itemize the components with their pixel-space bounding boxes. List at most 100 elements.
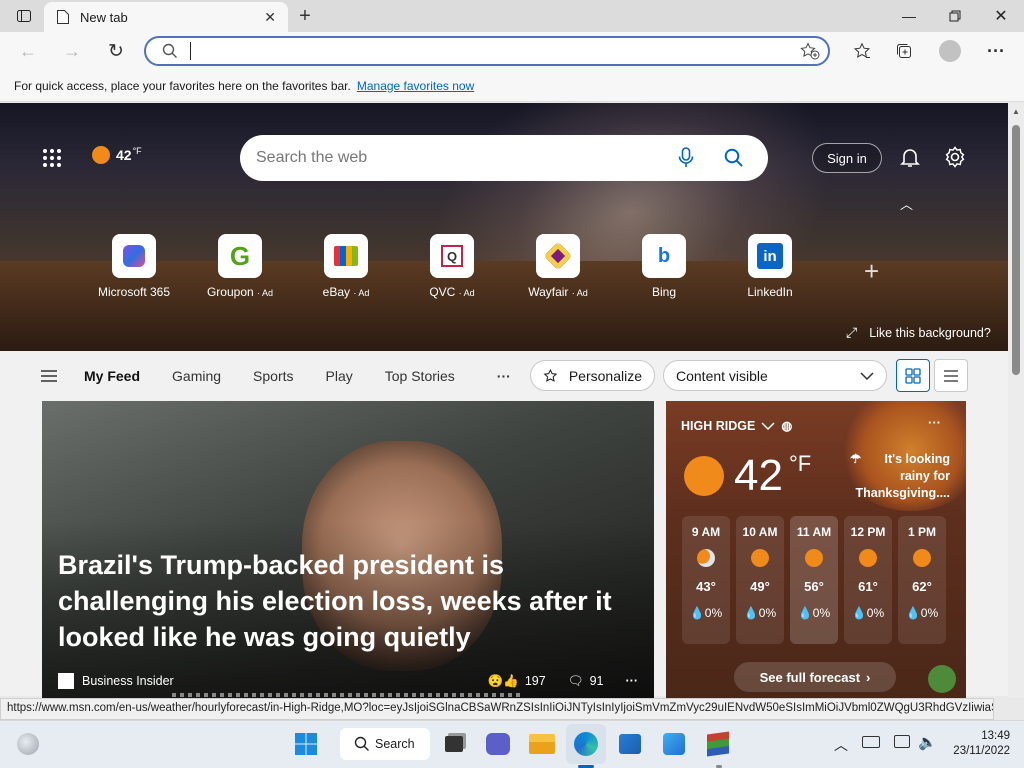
article-headline[interactable]: Brazil's Trump-backed president is chall… bbox=[58, 547, 628, 655]
quick-link-groupon[interactable]: G Groupon · Ad bbox=[200, 234, 280, 299]
close-tab-icon[interactable]: ✕ bbox=[264, 9, 276, 26]
hour-card[interactable]: 12 PM 61° 💧0% bbox=[844, 516, 892, 644]
edge-icon[interactable] bbox=[566, 724, 606, 764]
hour-card[interactable]: 10 AM 49° 💧0% bbox=[736, 516, 784, 644]
quick-link-microsoft-365[interactable]: Microsoft 365 bbox=[94, 234, 174, 299]
hour-card[interactable]: 9 AM 43° 💧0% bbox=[682, 516, 730, 644]
tab-actions-icon[interactable] bbox=[8, 0, 40, 32]
network-icon[interactable] bbox=[894, 735, 910, 748]
settings-more-button[interactable]: ··· bbox=[982, 38, 1010, 64]
chat-icon[interactable] bbox=[478, 724, 518, 764]
weather-more-button[interactable]: ··· bbox=[928, 415, 941, 430]
task-view-icon[interactable] bbox=[434, 724, 474, 764]
widgets-icon[interactable] bbox=[8, 724, 48, 764]
show-hidden-icons-chevron[interactable]: ︿ bbox=[834, 735, 848, 755]
personalize-button[interactable]: Personalize bbox=[530, 360, 655, 391]
quick-link-label: Microsoft 365 bbox=[97, 285, 171, 299]
winrar-icon[interactable] bbox=[698, 724, 738, 764]
weather-mini[interactable]: 42 °F bbox=[92, 146, 142, 164]
quick-link-linkedin[interactable]: in LinkedIn bbox=[730, 234, 810, 299]
weather-alert[interactable]: ☂ It's looking rainy for Thanksgiving...… bbox=[850, 451, 950, 502]
manage-favorites-link[interactable]: Manage favorites now bbox=[357, 79, 474, 93]
address-input[interactable] bbox=[190, 42, 800, 60]
photos-icon[interactable] bbox=[654, 724, 694, 764]
weather-card[interactable]: HIGH RIDGE ◍ ··· 42 °F ☂ It's looking ra… bbox=[666, 401, 966, 701]
start-button[interactable] bbox=[286, 724, 326, 764]
collections-button[interactable] bbox=[890, 38, 918, 64]
taskbar: Search ︿ 🔈 13:49 23/11/2022 bbox=[0, 720, 1024, 768]
hour-card[interactable]: 11 AM 56° 💧0% bbox=[790, 516, 838, 644]
ntp-temp-unit: °F bbox=[132, 146, 142, 156]
quick-link-wayfair[interactable]: Wayfair · Ad bbox=[518, 234, 598, 299]
top-story-card[interactable]: Brazil's Trump-backed president is chall… bbox=[42, 401, 654, 701]
forward-button[interactable]: → bbox=[58, 38, 86, 64]
favorites-button[interactable] bbox=[848, 38, 876, 64]
notifications-icon[interactable] bbox=[898, 145, 922, 169]
tab-sports[interactable]: Sports bbox=[253, 368, 293, 384]
add-favorite-icon[interactable] bbox=[800, 42, 820, 60]
carousel-dots[interactable] bbox=[172, 693, 522, 697]
apps-launcher-icon[interactable] bbox=[38, 144, 66, 172]
quick-link-label: Groupon bbox=[206, 285, 254, 299]
article-more-button[interactable]: ··· bbox=[626, 674, 639, 688]
list-layout-button[interactable] bbox=[934, 359, 968, 392]
search-submit-icon[interactable] bbox=[724, 148, 744, 168]
web-search-placeholder[interactable]: Search the web bbox=[256, 149, 678, 167]
keyboard-icon[interactable] bbox=[862, 736, 880, 748]
tab-new-tab[interactable]: New tab ✕ bbox=[44, 2, 288, 32]
ad-label: · Ad bbox=[571, 288, 588, 298]
add-quick-link-button[interactable]: + bbox=[864, 256, 879, 287]
hour-card[interactable]: 1 PM 62° 💧0% bbox=[898, 516, 946, 644]
droplet-icon: 💧 bbox=[743, 606, 759, 620]
sign-in-button[interactable]: Sign in bbox=[812, 143, 882, 173]
menu-icon[interactable] bbox=[40, 369, 58, 383]
tab-gaming[interactable]: Gaming bbox=[172, 368, 221, 384]
volume-icon[interactable]: 🔈 bbox=[918, 733, 937, 751]
reactions-icon[interactable]: 😧👍 bbox=[488, 674, 519, 689]
favorites-icon bbox=[853, 42, 871, 58]
page-settings-icon[interactable] bbox=[943, 145, 967, 169]
web-search-box[interactable]: Search the web bbox=[240, 135, 768, 181]
clock[interactable]: 13:49 23/11/2022 bbox=[948, 729, 1010, 759]
microphone-icon[interactable] bbox=[678, 147, 694, 169]
weather-badge-icon[interactable] bbox=[928, 665, 956, 693]
new-tab-button[interactable]: + bbox=[292, 4, 318, 28]
quick-links: Microsoft 365 G Groupon · Ad eBay · Ad Q… bbox=[94, 234, 810, 299]
taskbar-search-label: Search bbox=[375, 737, 415, 751]
quick-link-label: QVC bbox=[429, 285, 456, 299]
restore-button[interactable] bbox=[932, 0, 978, 32]
address-bar[interactable] bbox=[144, 36, 830, 66]
minimize-button[interactable]: — bbox=[886, 0, 932, 32]
quick-link-ebay[interactable]: eBay · Ad bbox=[306, 234, 386, 299]
sun-icon bbox=[913, 549, 931, 567]
back-button[interactable]: ← bbox=[14, 38, 42, 64]
tab-top-stories[interactable]: Top Stories bbox=[385, 368, 455, 384]
profile-avatar[interactable] bbox=[939, 40, 961, 62]
article-source[interactable]: Business Insider bbox=[82, 674, 488, 688]
collapse-chevron-icon[interactable]: ︿ bbox=[900, 194, 913, 213]
tab-my-feed[interactable]: My Feed bbox=[84, 368, 140, 384]
comments-icon[interactable]: 🗨 bbox=[568, 674, 584, 689]
refresh-button[interactable]: ↻ bbox=[102, 38, 130, 64]
more-tabs-button[interactable]: ··· bbox=[497, 368, 511, 384]
grid-layout-button[interactable] bbox=[896, 359, 930, 392]
qvc-icon: Q bbox=[430, 234, 474, 278]
like-background-button[interactable]: ⤢ Like this background? bbox=[846, 324, 991, 341]
weather-location[interactable]: HIGH RIDGE ◍ bbox=[681, 418, 792, 434]
vertical-scrollbar[interactable]: ▲ bbox=[1008, 103, 1024, 698]
close-window-button[interactable]: ✕ bbox=[978, 0, 1024, 32]
scrollbar-thumb[interactable] bbox=[1012, 125, 1020, 375]
quick-link-qvc[interactable]: Q QVC · Ad bbox=[412, 234, 492, 299]
content-visibility-dropdown[interactable]: Content visible bbox=[663, 360, 887, 391]
store-icon[interactable] bbox=[610, 724, 650, 764]
hour-precip: 0% bbox=[812, 606, 831, 620]
see-full-forecast-button[interactable]: See full forecast › bbox=[734, 662, 896, 692]
quick-link-bing[interactable]: b Bing bbox=[624, 234, 704, 299]
grid-icon bbox=[905, 367, 921, 384]
hourly-forecast: 9 AM 43° 💧0% 10 AM 49° 💧0% 11 AM 56° 💧0%… bbox=[682, 516, 946, 644]
droplet-icon: 💧 bbox=[689, 606, 705, 620]
file-explorer-icon[interactable] bbox=[522, 724, 562, 764]
tab-play[interactable]: Play bbox=[326, 368, 353, 384]
taskbar-search[interactable]: Search bbox=[340, 728, 430, 760]
feed-nav: My Feed Gaming Sports Play Top Stories ·… bbox=[40, 365, 511, 387]
